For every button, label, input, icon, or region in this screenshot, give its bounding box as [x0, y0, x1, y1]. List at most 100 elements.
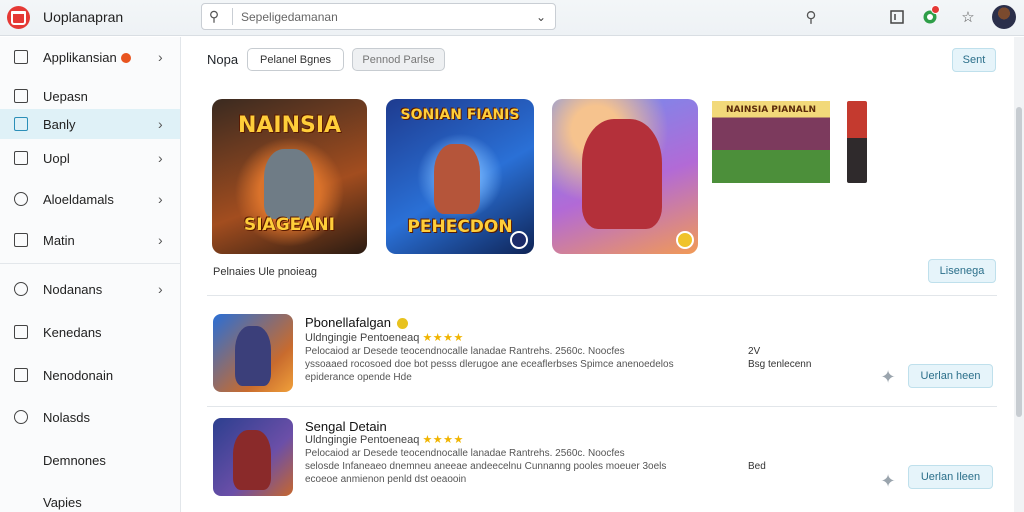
featured-tile[interactable]: NAINSIA SIAGEANI	[212, 99, 367, 254]
featured-tile[interactable]	[847, 101, 867, 183]
app-title-text: Pbonellafalgan	[305, 315, 392, 330]
featured-caption: Pelnaies Ule pnoieag	[213, 266, 317, 278]
scrollbar-thumb[interactable]	[1016, 107, 1022, 417]
grid-icon	[14, 233, 28, 247]
app-description-line: ecoeoe anmienon penld dst oeaooin	[305, 474, 467, 485]
sidebar-item-aloeldamals[interactable]: Aloeldamals ›	[0, 184, 180, 214]
featured-tile[interactable]: NAINSIA PIANALN	[712, 101, 830, 183]
coin-badge-icon	[676, 231, 694, 249]
list-icon	[14, 325, 28, 339]
calendar-icon[interactable]	[887, 7, 907, 27]
app-meta: Bsg tenlecenn	[748, 359, 812, 370]
sidebar-item-uepasn[interactable]: Uepasn	[0, 81, 180, 111]
sidebar-item-label: Aloeldamals	[43, 191, 114, 207]
avatar[interactable]	[992, 5, 1016, 29]
featured-tile[interactable]	[552, 99, 698, 254]
pin-icon[interactable]: ✦	[876, 365, 900, 389]
sidebar-item-label: Applikansian	[43, 49, 117, 65]
chevron-right-icon: ›	[158, 49, 163, 65]
music-icon	[14, 410, 28, 424]
chevron-down-icon[interactable]: ⌄	[527, 10, 555, 24]
app-action-button[interactable]: Uerlan Ileen	[908, 465, 993, 489]
pin-icon[interactable]: ✦	[876, 469, 900, 493]
app-meta: Bed	[748, 461, 766, 472]
rating-stars-icon: ★★★★	[422, 332, 464, 344]
sidebar-item-nolasds[interactable]: Nolasds	[0, 402, 180, 432]
app-title[interactable]: Pbonellafalgan	[305, 315, 409, 330]
chevron-right-icon: ›	[158, 191, 163, 207]
filter-label: Nopa	[207, 52, 239, 67]
sidebar-item-banly[interactable]: Banly ›	[0, 109, 180, 139]
app-icon[interactable]	[213, 418, 293, 496]
featured-tile[interactable]: SONIAN FIANIS PEHECDON	[386, 99, 534, 254]
sidebar-item-label: Matin	[43, 232, 75, 248]
app-subtitle: Uldngingie Pentoeneaq ★★★★	[305, 433, 464, 446]
gear-icon	[14, 282, 28, 296]
sidebar-item-demnones[interactable]: Demnones	[0, 445, 180, 475]
app-title[interactable]: Sengal Detain	[305, 419, 387, 434]
tile-title: SONIAN FIANIS	[400, 107, 520, 123]
sidebar-item-matin[interactable]: Matin ›	[0, 225, 180, 255]
sidebar-item-label: Nolasds	[43, 409, 90, 425]
app-developer: Uldngingie Pentoeneaq	[305, 434, 420, 446]
search-input[interactable]	[241, 9, 527, 24]
star-icon[interactable]: ☆	[958, 7, 978, 27]
lock-icon	[14, 151, 28, 165]
filter-chip[interactable]: Pelanel Bgnes	[247, 48, 344, 71]
filter-chip[interactable]: Pennod Parlse	[352, 48, 445, 71]
app-action-button[interactable]: Uerlan heen	[908, 364, 993, 388]
app-description-line: Pelocaiod ar Desede teocendnocalle lanad…	[305, 448, 625, 459]
search-box[interactable]: ⚲ ⌄	[201, 3, 556, 30]
tile-title: NAINSIA	[237, 113, 342, 138]
sidebar-item-uopl[interactable]: Uopl ›	[0, 143, 180, 173]
document-icon	[14, 50, 28, 64]
sidebar-item-label: Uopl	[43, 150, 70, 166]
sort-button[interactable]: Sent	[952, 48, 996, 72]
sidebar-item-label: Uepasn	[43, 88, 88, 104]
page-icon	[14, 89, 28, 103]
chevron-right-icon: ›	[158, 116, 163, 132]
app-description-line: epiderance opende Hde	[305, 372, 412, 383]
tile-subtitle: SIAGEANI	[243, 215, 335, 235]
notification-badge	[931, 5, 940, 14]
tile-title: NAINSIA PIANALN	[726, 105, 816, 115]
section-divider	[207, 406, 997, 407]
featured-action-button[interactable]: Lisenega	[928, 259, 996, 283]
sidebar-divider	[0, 263, 180, 264]
zoom-search-icon[interactable]: ⚲	[801, 7, 821, 27]
sidebar-item-label: Demnones	[43, 452, 106, 468]
app-title: Uoplanapran	[43, 9, 124, 25]
app-description-line: Pelocaiod ar Desede teocendnocalle lanad…	[305, 346, 625, 357]
folder-icon	[14, 117, 28, 131]
chevron-right-icon: ›	[158, 281, 163, 297]
app-icon[interactable]	[213, 314, 293, 392]
sidebar-item-label: Kenedans	[43, 324, 102, 340]
notification-icon[interactable]	[920, 5, 940, 27]
chevron-right-icon: ›	[158, 150, 163, 166]
app-window: Uoplanapran ⚲ ⌄ ⚲ ☆ Applikansian › Uepas…	[0, 0, 1024, 512]
app-logo-icon[interactable]	[7, 6, 30, 29]
chevron-right-icon: ›	[158, 232, 163, 248]
app-subtitle: Uldngingie Pentoeneaq ★★★★	[305, 331, 464, 344]
sidebar-item-applikansian[interactable]: Applikansian ›	[0, 42, 180, 72]
hero-figure	[233, 430, 271, 490]
sidebar-item-kenedans[interactable]: Kenedans	[0, 317, 180, 347]
hero-figure	[582, 119, 662, 229]
hero-figure	[434, 144, 480, 214]
coin-icon	[397, 318, 409, 330]
scrollbar[interactable]	[1014, 37, 1024, 512]
new-badge-icon	[120, 53, 131, 64]
sidebar-item-nenodonain[interactable]: Nenodonain	[0, 360, 180, 390]
sidebar-item-vapies[interactable]: Vapies	[0, 487, 180, 512]
section-divider	[207, 295, 997, 296]
main-content: Nopa Pelanel Bgnes Pennod Parlse Sent NA…	[182, 37, 1014, 512]
sidebar-item-label: Banly	[43, 116, 76, 132]
sidebar-item-label: Nodanans	[43, 281, 103, 297]
play-badge-icon	[510, 231, 528, 249]
search-icon[interactable]: ⚲	[202, 8, 226, 25]
search-divider	[232, 8, 233, 25]
sidebar-item-nodanans[interactable]: Nodanans ›	[0, 274, 180, 304]
edit-icon	[14, 368, 28, 382]
app-meta: 2V	[748, 346, 761, 357]
sidebar-item-label: Nenodonain	[43, 367, 114, 383]
